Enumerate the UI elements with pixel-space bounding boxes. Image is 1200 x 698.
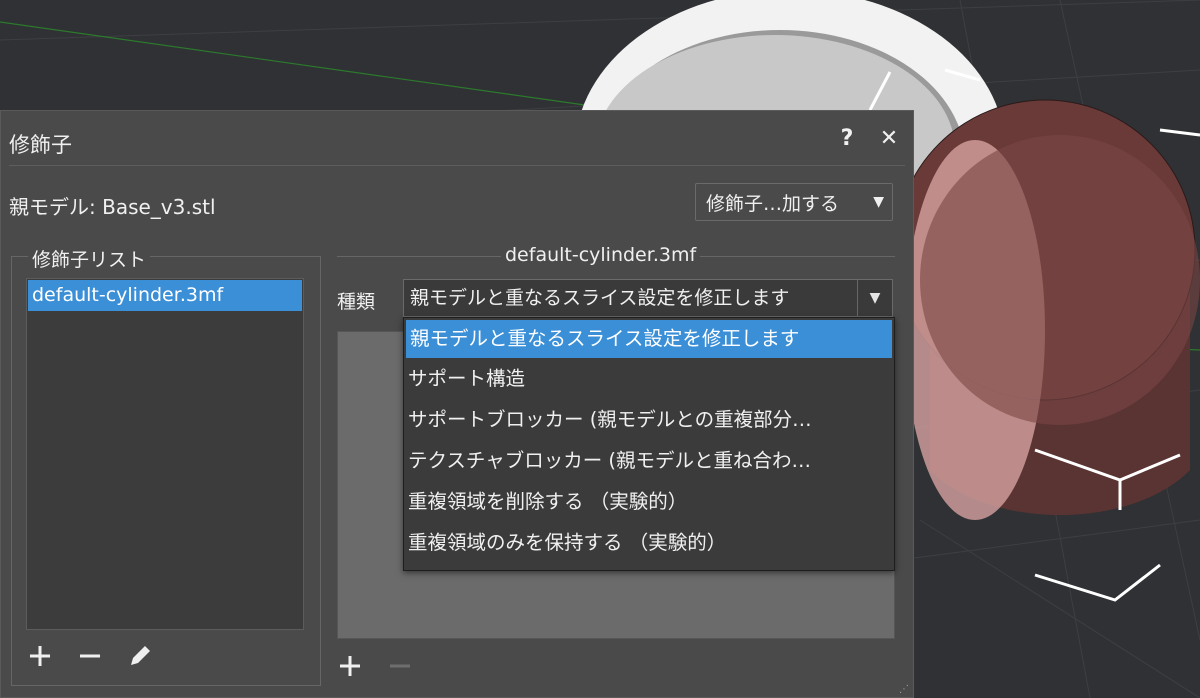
- help-button[interactable]: ?: [833, 125, 861, 153]
- minus-icon: [385, 651, 415, 681]
- title-separator: [9, 165, 905, 166]
- type-dropdown-list[interactable]: 親モデルと重なるスライス設定を修正します サポート構造 サポートブロッカー (親…: [403, 317, 895, 571]
- caret-down-icon[interactable]: ▼: [857, 280, 892, 316]
- dropdown-option[interactable]: 重複領域のみを保持する （実験的）: [404, 522, 894, 563]
- close-button[interactable]: ✕: [875, 125, 903, 153]
- parent-model-label: 親モデル: Base_v3.stl: [9, 195, 216, 219]
- dropdown-option[interactable]: 重複領域を削除する （実験的）: [404, 481, 894, 522]
- modifier-list-title: 修飾子リスト: [28, 245, 151, 272]
- add-modifier-label: 修飾子…加する: [706, 192, 840, 215]
- caret-down-icon: ▼: [873, 194, 884, 210]
- dropdown-option[interactable]: テクスチャブロッカー (親モデルと重ね合わ…: [404, 440, 894, 481]
- dropdown-option[interactable]: 親モデルと重なるスライス設定を修正します: [406, 320, 892, 358]
- dialog-title: 修飾子: [9, 133, 72, 157]
- plus-icon[interactable]: [335, 651, 365, 681]
- y-axis-line: [0, 21, 621, 111]
- list-item[interactable]: default-cylinder.3mf: [28, 280, 302, 311]
- modifier-settings-title: default-cylinder.3mf: [501, 244, 701, 266]
- modifier-dialog: 修飾子 ? ✕ 親モデル: Base_v3.stl 修飾子…加する ▼ 修飾子リ…: [0, 110, 914, 698]
- type-label: 種類: [337, 291, 376, 313]
- type-combobox-value: 親モデルと重なるスライス設定を修正します: [410, 287, 790, 309]
- add-modifier-dropdown[interactable]: 修飾子…加する ▼: [695, 183, 893, 221]
- resize-grip-icon[interactable]: ⋰: [899, 684, 909, 695]
- minus-icon[interactable]: [75, 641, 105, 671]
- modifier-cylinder: [894, 99, 1200, 520]
- dropdown-option[interactable]: サポートブロッカー (親モデルとの重複部分…: [404, 399, 894, 440]
- modifier-listbox[interactable]: default-cylinder.3mf: [26, 278, 304, 630]
- type-combobox[interactable]: 親モデルと重なるスライス設定を修正します ▼: [403, 279, 893, 317]
- dropdown-option[interactable]: サポート構造: [404, 358, 894, 399]
- plus-icon[interactable]: [25, 641, 55, 671]
- pencil-icon[interactable]: [125, 641, 155, 671]
